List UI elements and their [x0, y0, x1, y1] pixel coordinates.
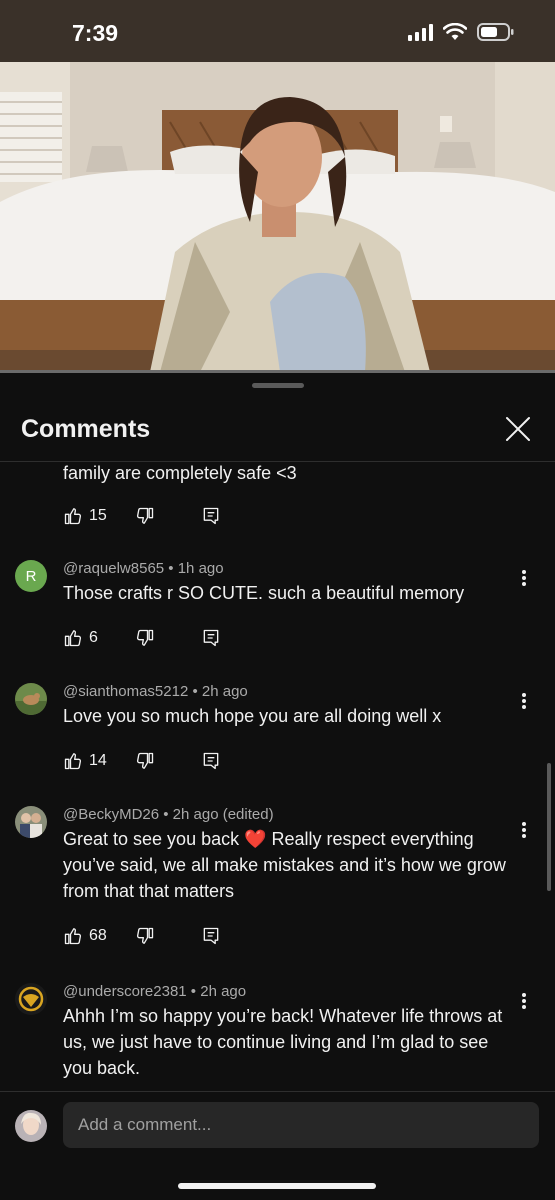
- comment-actions: 68: [63, 924, 219, 948]
- more-options-button[interactable]: [514, 818, 534, 842]
- close-icon: [506, 417, 530, 441]
- thumbs-up-icon: [64, 630, 82, 647]
- avatar[interactable]: R: [15, 560, 47, 592]
- like-button[interactable]: 15: [63, 506, 107, 526]
- thumbs-down-icon: [136, 629, 154, 646]
- comment-meta: @BeckyMD26 • 2h ago (edited): [63, 806, 274, 823]
- close-button[interactable]: [500, 411, 536, 447]
- like-count: 6: [89, 629, 98, 646]
- comment-text: Those crafts r SO CUTE. such a beautiful…: [63, 583, 465, 603]
- avatar[interactable]: [15, 806, 47, 838]
- thumbs-down-icon: [136, 752, 154, 769]
- user-avatar[interactable]: [15, 1110, 47, 1142]
- like-count: 15: [89, 507, 107, 524]
- reply-button[interactable]: [201, 506, 221, 526]
- more-vert-icon: [522, 993, 526, 1009]
- comments-list[interactable]: family are completely safe <3 15 R @raqu…: [0, 462, 555, 1092]
- comments-title: Comments: [21, 415, 151, 443]
- avatar-image: [15, 983, 47, 1015]
- avatar-image: [15, 1110, 47, 1142]
- drag-handle[interactable]: [252, 383, 304, 388]
- more-vert-icon: [522, 693, 526, 709]
- reply-icon: [203, 629, 219, 647]
- dislike-button[interactable]: [135, 926, 155, 946]
- comment-composer: [0, 1092, 555, 1200]
- dislike-button[interactable]: [135, 506, 155, 526]
- more-options-button[interactable]: [514, 566, 534, 590]
- avatar-image: [15, 806, 47, 838]
- comment-meta: @underscore2381 • 2h ago: [63, 983, 247, 1000]
- reply-button[interactable]: [201, 628, 221, 648]
- comment-text: Love you so much hope you are all doing …: [63, 706, 442, 726]
- thumbs-down-icon: [136, 507, 154, 524]
- thumbs-up-icon: [64, 753, 82, 770]
- comment-actions: 14: [63, 749, 219, 773]
- reply-button[interactable]: [201, 751, 221, 771]
- status-icons: [408, 22, 515, 42]
- comment-meta: @sianthomas5212 • 2h ago: [63, 683, 248, 700]
- comment-actions: 6: [63, 626, 219, 650]
- thumbs-up-icon: [64, 508, 82, 525]
- wifi-icon: [443, 23, 467, 40]
- like-count: 68: [89, 927, 107, 944]
- status-time: 7:39: [72, 20, 119, 46]
- like-count: 14: [89, 752, 107, 769]
- battery-icon: [477, 23, 514, 41]
- video-frame: [0, 62, 555, 372]
- reply-icon: [203, 927, 219, 945]
- comment-text: Great to see you back ❤️ Really respect …: [63, 829, 506, 901]
- reply-icon: [203, 507, 219, 525]
- comment-actions: 15: [63, 504, 219, 528]
- like-button[interactable]: 6: [63, 628, 98, 648]
- thumbs-down-icon: [136, 927, 154, 944]
- reply-button[interactable]: [201, 926, 221, 946]
- avatar-image: [15, 683, 47, 715]
- more-vert-icon: [522, 570, 526, 586]
- video-player[interactable]: [0, 62, 555, 372]
- comments-scrollbar[interactable]: [547, 763, 551, 891]
- more-vert-icon: [522, 822, 526, 838]
- comment-text: Ahhh I’m so happy you’re back! Whatever …: [63, 1006, 503, 1078]
- comment-input[interactable]: [63, 1102, 539, 1148]
- comments-sheet: Comments family are completely safe <3 1…: [0, 373, 555, 1200]
- cellular-signal-icon: [408, 23, 433, 41]
- like-button[interactable]: 14: [63, 751, 107, 771]
- avatar[interactable]: [15, 983, 47, 1015]
- avatar-letter: R: [25, 567, 37, 585]
- like-button[interactable]: 68: [63, 926, 107, 946]
- dislike-button[interactable]: [135, 628, 155, 648]
- more-options-button[interactable]: [514, 689, 534, 713]
- comment-meta: @raquelw8565 • 1h ago: [63, 560, 224, 577]
- reply-icon: [203, 752, 219, 770]
- dislike-button[interactable]: [135, 751, 155, 771]
- more-options-button[interactable]: [514, 989, 534, 1013]
- home-indicator: [178, 1183, 376, 1189]
- thumbs-up-icon: [64, 928, 82, 945]
- comment-text: family are completely safe <3: [63, 463, 297, 483]
- avatar[interactable]: [15, 683, 47, 715]
- status-bar: 7:39: [0, 0, 555, 62]
